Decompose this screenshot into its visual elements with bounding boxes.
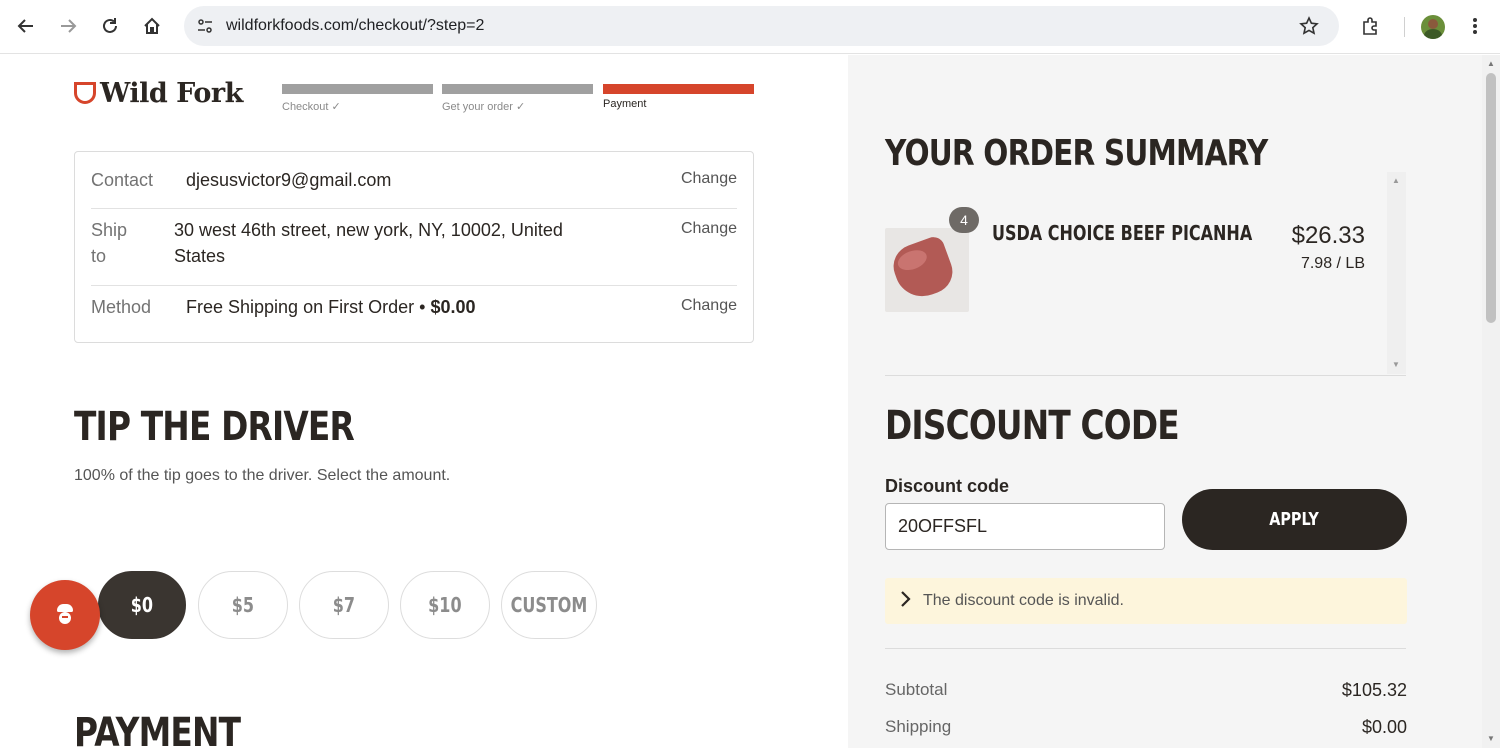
change-method-link[interactable]: Change [681,297,737,315]
method-separator: • [419,297,426,317]
divider [885,648,1406,649]
product-image [885,228,969,312]
url-text[interactable]: wildforkfoods.com/checkout/?step=2 [226,17,484,35]
page-scroll-up-icon[interactable]: ▲ [1486,59,1496,69]
method-label: Method [91,297,152,317]
change-contact-link[interactable]: Change [681,170,737,188]
discount-code-label: Discount code [885,476,1010,496]
method-row: Method Free Shipping on First Order • $0… [91,297,737,321]
apply-discount-button[interactable]: APPLY [1182,489,1407,550]
checkout-info-box: Contact djesusvictor9@gmail.com Change S… [74,151,754,343]
apply-label: APPLY [1269,509,1320,530]
ship-label-line1: Ship [91,220,128,240]
logo-mark-icon [74,81,96,104]
chevron-right-icon[interactable] [895,589,915,609]
contact-row: Contact djesusvictor9@gmail.com Change [91,170,737,194]
discount-error-message[interactable]: The discount code is invalid. [885,578,1407,624]
payment-title: PAYMENT [74,710,241,756]
ship-row: Ship to 30 west 46th street, new york, N… [91,220,737,276]
toolbar-separator [1404,17,1405,37]
order-summary-title: YOUR ORDER SUMMARY [885,133,1268,174]
tip-option-label: $7 [332,593,356,617]
scroll-down-arrow-icon[interactable]: ▼ [1392,360,1400,369]
step-get-your-order[interactable]: Get your order ✓ [442,84,593,113]
tip-option-label: $10 [428,593,462,617]
scroll-up-arrow-icon[interactable]: ▲ [1392,176,1400,185]
chef-icon [55,604,75,626]
profile-avatar[interactable] [1421,15,1445,39]
step-bar [442,84,593,94]
step-checkout[interactable]: Checkout ✓ [282,84,433,113]
page-scroll-thumb[interactable] [1486,73,1496,323]
step-label: Payment [603,98,647,110]
tip-option-5[interactable]: $5 [198,571,288,639]
step-payment: Payment [603,84,754,110]
forward-icon[interactable] [51,9,85,43]
method-price: $0.00 [430,297,476,317]
order-items-scrollbar[interactable]: ▲ ▼ [1387,172,1406,374]
menu-icon[interactable] [1458,9,1492,43]
subtotal-value: $105.32 [1341,680,1407,700]
tip-option-10[interactable]: $10 [400,571,490,639]
address-bar[interactable]: wildforkfoods.com/checkout/?step=2 [184,6,1339,46]
tip-title: TIP THE DRIVER [74,404,355,450]
logo-text: Wild Fork [100,78,243,109]
discount-title: DISCOUNT CODE [885,403,1180,449]
shipping-value: $0.00 [1361,717,1407,737]
method-name: Free Shipping on First Order [186,297,415,317]
divider [91,285,737,286]
product-unit-price: 7.98 / LB [1300,255,1365,272]
tip-option-label: $5 [231,593,255,617]
shipping-label: Shipping [885,717,952,736]
discount-error-text: The discount code is invalid. [923,592,1124,609]
product-price: $26.33 [1291,222,1365,249]
quantity-badge: 4 [949,207,979,233]
change-ship-link[interactable]: Change [681,220,737,238]
back-icon[interactable] [9,9,43,43]
tip-description: 100% of the tip goes to the driver. Sele… [74,467,451,484]
divider [91,208,737,209]
chat-support-button[interactable] [30,580,100,650]
step-bar [282,84,433,94]
subtotal-label: Subtotal [885,680,948,699]
tip-option-0[interactable]: $0 [98,571,186,639]
ship-address-line1: 30 west 46th street, new york, NY, 10002… [174,220,563,240]
contact-value: djesusvictor9@gmail.com [186,170,392,190]
discount-code-input[interactable] [885,503,1165,550]
ship-label-line2: to [91,246,107,266]
tip-option-label: $0 [130,593,154,617]
step-label: Get your order ✓ [442,101,526,113]
step-bar-active [603,84,754,94]
contact-label: Contact [91,170,154,190]
home-icon[interactable] [135,9,169,43]
tip-option-label: CUSTOM [510,593,588,617]
tip-option-custom[interactable]: CUSTOM [501,571,597,639]
step-label: Checkout ✓ [282,101,341,113]
wild-fork-logo[interactable]: Wild Fork [74,78,243,109]
ship-address-line2: States [174,246,226,266]
divider [885,375,1406,376]
tip-option-7[interactable]: $7 [299,571,389,639]
page-scroll-down-icon[interactable]: ▼ [1486,734,1496,744]
bookmark-star-icon[interactable] [1297,14,1321,38]
product-name: USDA CHOICE BEEF PICANHA [992,221,1253,245]
page-scrollbar[interactable]: ▲ ▼ [1482,55,1500,748]
site-info-icon[interactable] [194,15,216,37]
browser-toolbar: wildforkfoods.com/checkout/?step=2 [0,0,1500,54]
reload-icon[interactable] [93,9,127,43]
method-value: Free Shipping on First Order • $0.00 [186,297,475,318]
extensions-icon[interactable] [1353,9,1387,43]
